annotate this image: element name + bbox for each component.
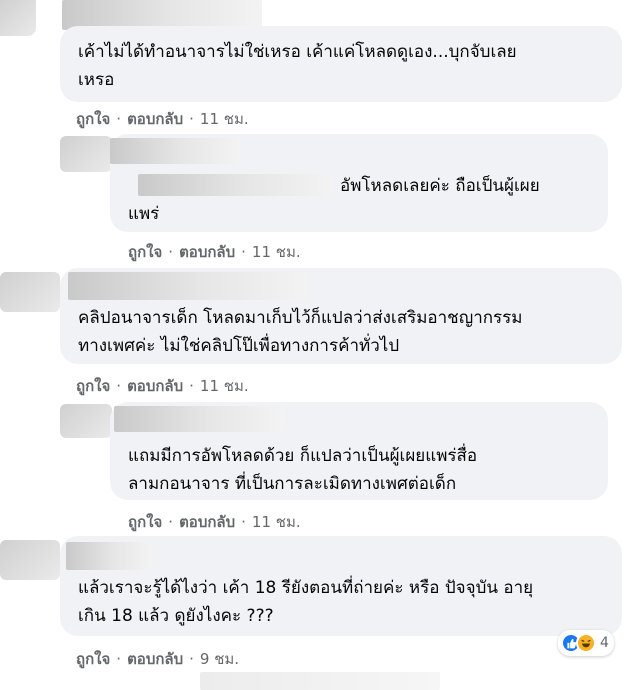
- timestamp[interactable]: 9 ชม.: [200, 650, 239, 668]
- reply-link[interactable]: ตอบกลับ: [127, 377, 183, 395]
- comment-text: แล้วเราจะรู้ได้ไงว่า เค้า 18 รียังตอนที่…: [78, 578, 534, 598]
- comment-bubble: แถมมีการอัพโหลดด้วย ก็แปลว่าเป็นผู้เผยแพ…: [110, 402, 608, 500]
- comment-actions: ถูกใจ · ตอบกลับ · 11 ชม.: [128, 513, 301, 531]
- like-link[interactable]: ถูกใจ: [76, 377, 110, 395]
- timestamp[interactable]: 11 ชม.: [200, 377, 249, 395]
- timestamp[interactable]: 11 ชม.: [200, 110, 249, 128]
- comment-text: อัพโหลดเลยค่ะ ถือเป็นผู้เผย: [340, 176, 540, 196]
- comment-text: เหรอ: [78, 70, 115, 90]
- avatar[interactable]: [0, 540, 60, 580]
- blurred-next-comment: [200, 672, 440, 690]
- reply-link[interactable]: ตอบกลับ: [179, 513, 235, 531]
- like-link[interactable]: ถูกใจ: [76, 650, 110, 668]
- comment-bubble: เค้าไม่ได้ทำอนาจารไม่ใช่เหรอ เค้าแค่โหลด…: [60, 26, 622, 102]
- blurred-author-name: [66, 542, 152, 570]
- reply-link[interactable]: ตอบกลับ: [127, 650, 183, 668]
- reply-link[interactable]: ตอบกลับ: [179, 243, 235, 261]
- comment-text: เกิน 18 แล้ว ดูยังไงคะ ???: [78, 606, 274, 626]
- reaction-summary[interactable]: 4: [558, 630, 614, 656]
- comment-actions: ถูกใจ · ตอบกลับ · 11 ชม.: [76, 110, 249, 128]
- comment-actions: ถูกใจ · ตอบกลับ · 11 ชม.: [128, 243, 301, 261]
- timestamp[interactable]: 11 ชม.: [252, 513, 301, 531]
- blurred-author-name: [110, 138, 240, 164]
- avatar[interactable]: [0, 0, 36, 36]
- comment-bubble: อัพโหลดเลยค่ะ ถือเป็นผู้เผย แพร่: [110, 134, 608, 232]
- comment-actions: ถูกใจ · ตอบกลับ · 11 ชม.: [76, 377, 249, 395]
- reaction-count: 4: [600, 635, 609, 651]
- avatar[interactable]: [60, 136, 112, 172]
- comment-text: แถมมีการอัพโหลดด้วย ก็แปลว่าเป็นผู้เผยแพ…: [128, 446, 478, 466]
- blurred-author-name: [68, 272, 308, 300]
- comment-actions: ถูกใจ · ตอบกลับ · 9 ชม.: [76, 650, 240, 668]
- comment-text: เค้าไม่ได้ทำอนาจารไม่ใช่เหรอ เค้าแค่โหลด…: [78, 42, 517, 62]
- avatar[interactable]: [0, 272, 60, 312]
- like-link[interactable]: ถูกใจ: [128, 513, 162, 531]
- avatar[interactable]: [60, 404, 112, 438]
- haha-icon: [576, 633, 596, 653]
- blurred-mention: [138, 174, 334, 196]
- comment-text: แพร่: [128, 204, 160, 224]
- comment-text: ทางเพศค่ะ ไม่ใช่คลิปโป๊เพื่อทางการค้าทั่…: [78, 336, 400, 356]
- comment-bubble: แล้วเราจะรู้ได้ไงว่า เค้า 18 รียังตอนที่…: [60, 536, 622, 636]
- like-link[interactable]: ถูกใจ: [76, 110, 110, 128]
- comment-text: ลามกอนาจาร ที่เป็นการละเมิดทางเพศต่อเด็ก: [128, 474, 457, 494]
- like-link[interactable]: ถูกใจ: [128, 243, 162, 261]
- blurred-author-name: [114, 406, 284, 432]
- reply-link[interactable]: ตอบกลับ: [127, 110, 183, 128]
- comment-bubble: คลิปอนาจารเด็ก โหลดมาเก็บไว้ก็แปลว่าส่งเ…: [60, 268, 622, 364]
- comment-text: คลิปอนาจารเด็ก โหลดมาเก็บไว้ก็แปลว่าส่งเ…: [78, 308, 523, 328]
- timestamp[interactable]: 11 ชม.: [252, 243, 301, 261]
